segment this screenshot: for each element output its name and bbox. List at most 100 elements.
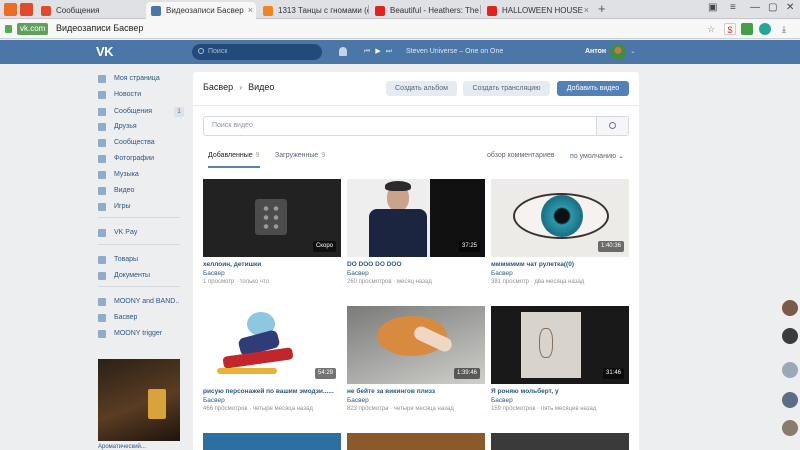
sort-dropdown[interactable]: по умолчанию ⌄ [570, 152, 624, 160]
tab-uploaded[interactable]: Загруженные 9 [275, 152, 325, 168]
community-icon [98, 314, 106, 322]
video-thumbnail[interactable]: Скоро [203, 179, 341, 257]
menu-icon[interactable]: ≡ [730, 2, 736, 13]
tab-halloween[interactable]: HALLOWEEN HOUSE × [482, 2, 594, 19]
advertisement-image[interactable] [98, 359, 180, 441]
friends-icon [98, 123, 106, 131]
video-title-link[interactable]: рисую персонажей по вашим эмодзи...... [203, 388, 341, 395]
play-icon[interactable]: ▶ [375, 48, 380, 55]
video-thumbnail[interactable] [347, 433, 485, 450]
breadcrumb-root[interactable]: Басвер [203, 82, 233, 92]
video-thumbnail[interactable] [203, 433, 341, 450]
menu-item-label: VK Pay [114, 229, 138, 236]
next-track-icon[interactable]: ⏭ [386, 48, 392, 55]
menu-divider [98, 286, 180, 287]
video-icon [98, 187, 106, 195]
video-meta: 381 просмотр · два месяца назад [491, 279, 584, 285]
divider [193, 105, 639, 106]
documents-icon [98, 272, 106, 280]
header-search-input[interactable]: Поиск [192, 44, 322, 60]
community-icon [98, 298, 106, 306]
bookmark-icon[interactable]: ☆ [705, 23, 717, 35]
vk-logo[interactable]: VK [96, 44, 114, 59]
extension-green-icon[interactable] [741, 23, 753, 35]
close-tab-icon[interactable]: × [584, 2, 589, 19]
chat-avatar[interactable] [782, 362, 798, 378]
groups-icon [98, 139, 106, 147]
video-thumbnail[interactable]: 1:40:36 [491, 179, 629, 257]
video-title-link[interactable]: Я роняю мольберт, у [491, 388, 629, 395]
video-search-button[interactable] [596, 117, 628, 135]
extension-pay-icon[interactable]: $ [724, 23, 736, 35]
video-meta: 260 просмотров · месяц назад [347, 279, 432, 285]
tab-dance[interactable]: 1313 Танцы с гномами (сн [258, 2, 368, 19]
video-author-link[interactable]: Басвер [347, 397, 369, 404]
domain-badge[interactable]: vk.com [17, 23, 49, 35]
now-playing-track[interactable]: Steven Universe – One on One [406, 48, 503, 55]
address-page-title[interactable]: Видеозаписи Басвер [56, 23, 143, 33]
create-album-button[interactable]: Создать альбом [386, 81, 457, 96]
video-duration-badge: 37:25 [458, 241, 480, 252]
notifications-bell-icon[interactable] [339, 47, 347, 56]
maximize-icon[interactable]: ▢ [768, 2, 777, 13]
video-title-link[interactable]: не бейте за викингов плизз [347, 388, 485, 395]
chat-avatar[interactable] [782, 300, 798, 316]
video-duration-badge: 1:40:36 [597, 241, 624, 252]
video-author-link[interactable]: Басвер [203, 270, 225, 277]
address-bar[interactable]: vk.com Видеозаписи Басвер ☆ $ ⤓ [0, 19, 800, 39]
tab-favicon-icon [263, 6, 273, 16]
add-video-button[interactable]: Добавить видео [557, 81, 629, 96]
minimize-icon[interactable]: — [750, 2, 760, 13]
video-search-input[interactable]: Поиск видео [203, 116, 629, 136]
video-title-link[interactable]: хеллоин, детишки [203, 261, 341, 268]
chat-avatar[interactable] [782, 420, 798, 436]
close-window-icon[interactable]: ✕ [786, 2, 794, 13]
chevron-right-icon: › [239, 82, 243, 92]
download-icon[interactable]: ⤓ [778, 23, 790, 35]
video-author-link[interactable]: Басвер [491, 397, 513, 404]
video-author-link[interactable]: Басвер [491, 270, 513, 277]
prev-track-icon[interactable]: ⏮ [364, 48, 370, 55]
video-thumbnail[interactable] [491, 433, 629, 450]
video-thumbnail[interactable]: 54:29 [203, 306, 341, 384]
profile-avatar[interactable] [610, 44, 626, 60]
tab-messages[interactable]: Сообщения [36, 2, 146, 19]
extension-teal-icon[interactable] [759, 23, 771, 35]
profile-username[interactable]: Антон [585, 48, 606, 55]
video-author-link[interactable]: Басвер [347, 270, 369, 277]
browser-menu-icon[interactable] [4, 3, 17, 16]
tabs-icon[interactable]: ▣ [708, 2, 717, 13]
menu-item-label: Игры [114, 203, 131, 210]
chat-avatar[interactable] [782, 328, 798, 344]
tab-title: Сообщения [56, 6, 100, 15]
create-stream-button[interactable]: Создать трансляцию [463, 81, 550, 96]
video-thumbnail[interactable]: 31:46 [491, 306, 629, 384]
video-title-link[interactable]: ммммммм чат рулетка((0) [491, 261, 629, 268]
youtube-icon [487, 6, 497, 16]
vk-header: VK Поиск ⏮ ▶ ⏭ Steven Universe – One on On… [0, 40, 800, 64]
breadcrumb-current: Видео [248, 82, 275, 92]
tab-videos[interactable]: Видеозаписи Басвер × [146, 2, 256, 19]
tab-added[interactable]: Добавленные 9 [208, 152, 260, 168]
video-title-link[interactable]: DO DOO DO DOO [347, 261, 485, 268]
video-views: 159 просмотров [491, 406, 536, 412]
mail-icon[interactable] [20, 3, 33, 16]
menu-item-label: Документы [114, 272, 151, 279]
tab-heathers[interactable]: Beautiful - Heathers: The M [370, 2, 480, 19]
comments-overview-link[interactable]: обзор комментариев [487, 152, 554, 159]
close-tab-icon[interactable]: × [248, 2, 253, 19]
ad-caption[interactable]: Ароматический... [98, 444, 146, 450]
new-tab-button[interactable]: + [598, 1, 606, 16]
video-date: четыре месяца назад [393, 406, 454, 412]
video-meta: 159 просмотров · пять месяцев назад [491, 406, 596, 412]
video-tabs: Добавленные 9 Загруженные 9 [203, 152, 629, 168]
ad-bottle-image [148, 389, 166, 419]
tab-title: Видеозаписи Басвер [166, 6, 244, 15]
video-author-link[interactable]: Басвер [203, 397, 225, 404]
chat-avatar[interactable] [782, 392, 798, 408]
video-thumbnail[interactable]: 1:39:46 [347, 306, 485, 384]
home-icon [98, 75, 106, 83]
vkpay-icon [98, 229, 106, 237]
chevron-down-icon[interactable]: ⌄ [630, 47, 636, 55]
video-thumbnail[interactable]: 37:25 [347, 179, 485, 257]
